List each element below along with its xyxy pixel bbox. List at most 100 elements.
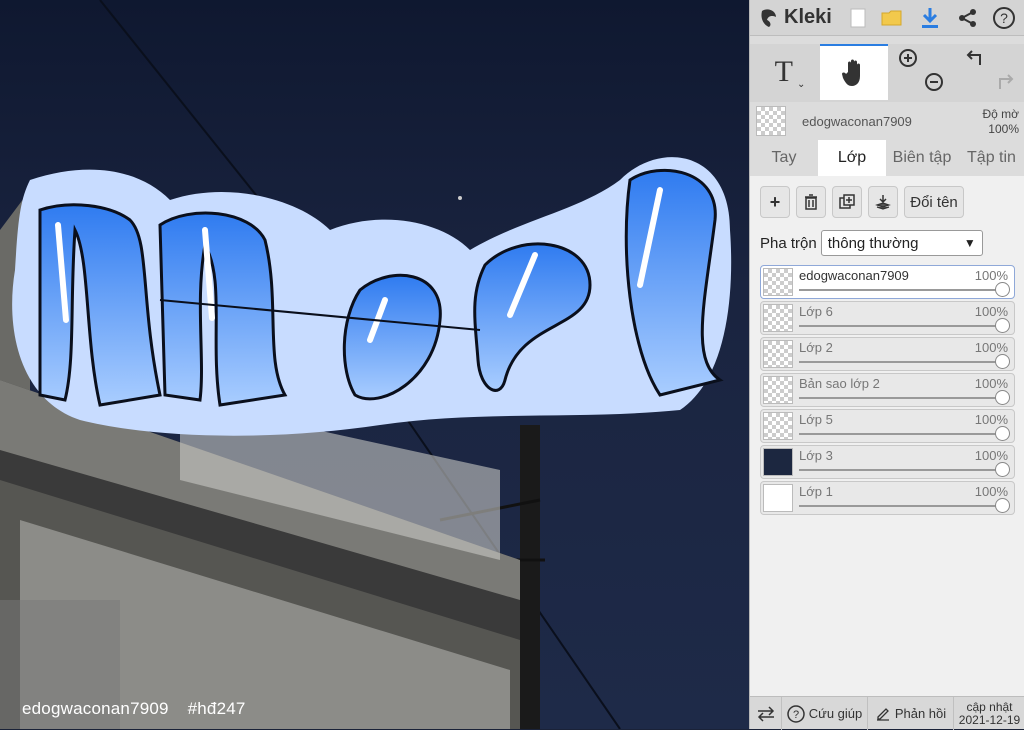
layer-thumbnail — [763, 484, 793, 512]
layer-name: Lớp 2 — [799, 340, 833, 355]
layer-item[interactable]: Lớp 5 100% — [760, 409, 1015, 443]
watermark-text: edogwaconan7909 #hđ247 — [22, 699, 260, 719]
layer-name: Lớp 3 — [799, 448, 833, 463]
update-label: cập nhật — [966, 699, 1013, 714]
layer-opacity: 100% — [974, 448, 1008, 463]
layer-thumbnail — [763, 304, 793, 332]
opacity-value: 100% — [988, 122, 1019, 136]
delete-layer-button[interactable] — [796, 186, 826, 218]
chevron-down-icon[interactable]: ⌄ — [797, 79, 805, 90]
redo-icon[interactable] — [992, 68, 1016, 96]
opacity-slider-handle[interactable] — [995, 318, 1010, 333]
opacity-slider-handle[interactable] — [995, 498, 1010, 513]
opacity-slider-handle[interactable] — [995, 390, 1010, 405]
layer-thumbnail — [763, 376, 793, 404]
open-folder-icon[interactable] — [878, 4, 906, 32]
opacity-label: Độ mờ — [982, 107, 1019, 121]
download-icon[interactable] — [916, 4, 944, 32]
layer-opacity-slider[interactable] — [799, 325, 1000, 327]
layer-opacity-slider[interactable] — [799, 361, 1000, 363]
merge-down-button[interactable] — [868, 186, 898, 218]
swap-side-icon[interactable] — [750, 697, 782, 730]
layer-thumbnail — [763, 412, 793, 440]
layer-name: Lớp 1 — [799, 484, 833, 499]
zoom-in-icon[interactable] — [896, 44, 920, 72]
kleki-logo-icon — [761, 8, 776, 27]
feedback-button[interactable]: Phản hồi — [868, 697, 954, 730]
app-name: Kleki — [784, 6, 832, 28]
layer-opacity-slider[interactable] — [799, 433, 1000, 435]
layer-name: Bản sao lớp 2 — [799, 376, 880, 391]
layer-thumbnail — [763, 340, 793, 368]
plus-icon: + — [769, 191, 781, 212]
svg-text:?: ? — [793, 709, 799, 721]
svg-text:?: ? — [1000, 10, 1008, 26]
layer-opacity: 100% — [974, 412, 1008, 427]
blend-mode-row: Pha trộn thông thường ▼ — [760, 229, 1020, 257]
top-bar: Kleki ? — [750, 0, 1024, 36]
hand-tool-icon[interactable] — [820, 44, 888, 100]
new-file-icon[interactable] — [844, 4, 872, 32]
layer-item[interactable]: Lớp 6 100% — [760, 301, 1015, 335]
tab-layers[interactable]: Lớp — [818, 140, 886, 176]
layer-opacity: 100% — [974, 340, 1008, 355]
opacity-slider-handle[interactable] — [995, 282, 1010, 297]
update-date: 2021-12-19 — [958, 712, 1021, 727]
opacity-slider-handle[interactable] — [995, 426, 1010, 441]
watermark-author: edogwaconan7909 — [22, 699, 169, 718]
feedback-icon — [876, 707, 889, 721]
layer-opacity: 100% — [974, 304, 1008, 319]
layer-opacity-slider[interactable] — [799, 505, 1000, 507]
sidebar: Kleki ? T ⌄ edogwaconan7909 Độ mờ 100% T… — [749, 0, 1024, 730]
drawing-canvas[interactable]: edogwaconan7909 #hđ247 — [0, 0, 749, 729]
layer-item[interactable]: Lớp 3 100% — [760, 445, 1015, 479]
layers-panel: + Đổi tên Pha trộn thông thường ▼ edogwa… — [750, 176, 1024, 696]
opacity-slider-handle[interactable] — [995, 354, 1010, 369]
update-info[interactable]: cập nhật 2021-12-19 — [954, 697, 1024, 730]
tab-hand[interactable]: Tay — [750, 140, 818, 176]
duplicate-layer-button[interactable] — [832, 186, 862, 218]
tab-edit[interactable]: Biên tập — [886, 140, 958, 176]
help-circle-icon: ? — [786, 704, 805, 723]
chevron-down-icon: ▼ — [963, 236, 976, 250]
current-layer-name: edogwaconan7909 — [802, 114, 912, 129]
tab-file[interactable]: Tập tin — [958, 140, 1024, 176]
layer-opacity: 100% — [974, 268, 1008, 283]
current-layer-thumbnail — [756, 106, 786, 136]
layer-thumbnail — [763, 268, 793, 296]
layer-item[interactable]: edogwaconan7909 100% — [760, 265, 1015, 299]
layer-item[interactable]: Bản sao lớp 2 100% — [760, 373, 1015, 407]
layer-name: edogwaconan7909 — [799, 268, 909, 283]
add-layer-button[interactable]: + — [760, 186, 790, 218]
layer-opacity: 100% — [974, 376, 1008, 391]
duplicate-icon — [839, 194, 855, 209]
text-tool-icon[interactable]: T ⌄ — [760, 44, 820, 100]
layer-item[interactable]: Lớp 1 100% — [760, 481, 1015, 515]
layer-opacity-slider[interactable] — [799, 289, 1000, 291]
trash-icon — [805, 194, 817, 210]
layer-opacity-slider[interactable] — [799, 397, 1000, 399]
kleki-logo[interactable]: Kleki — [758, 6, 832, 29]
layer-item[interactable]: Lớp 2 100% — [760, 337, 1015, 371]
rename-layer-button[interactable]: Đổi tên — [904, 186, 964, 218]
zoom-out-icon[interactable] — [922, 68, 946, 96]
layer-opacity-slider[interactable] — [799, 469, 1000, 471]
layer-name: Lớp 6 — [799, 304, 833, 319]
opacity-slider-handle[interactable] — [995, 462, 1010, 477]
undo-icon[interactable] — [964, 44, 988, 72]
help-label: Cứu giúp — [808, 706, 863, 721]
photo-background — [0, 0, 732, 729]
watermark-hashtag: #hđ247 — [187, 699, 246, 718]
help-icon[interactable]: ? — [990, 4, 1018, 32]
blend-mode-value: thông thường — [827, 234, 919, 252]
layer-thumbnail — [763, 448, 793, 476]
feedback-label: Phản hồi — [894, 706, 947, 721]
help-button[interactable]: ? Cứu giúp — [782, 697, 868, 730]
layer-name: Lớp 5 — [799, 412, 833, 427]
merge-down-icon — [875, 195, 891, 210]
blend-mode-select[interactable]: thông thường ▼ — [820, 230, 983, 256]
tool-row: T ⌄ — [750, 44, 1024, 102]
blend-mode-label: Pha trộn — [760, 234, 817, 252]
layer-opacity: 100% — [974, 484, 1008, 499]
share-icon[interactable] — [954, 4, 982, 32]
